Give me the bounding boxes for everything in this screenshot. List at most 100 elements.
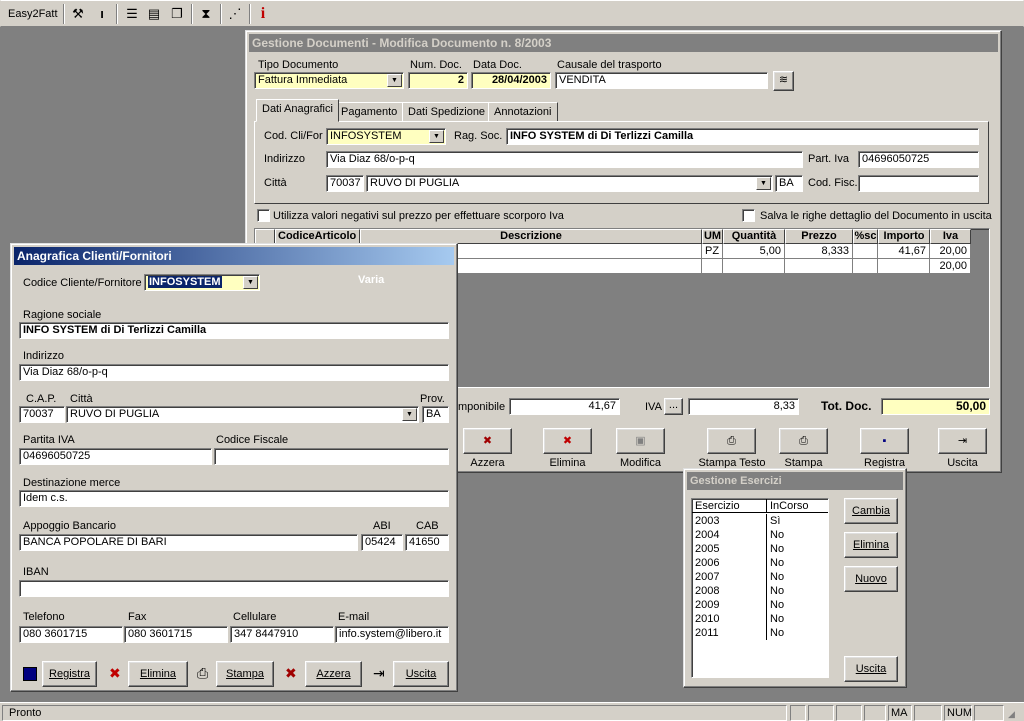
form-icon[interactable]: ▤ — [144, 4, 164, 24]
codfisc-input[interactable] — [214, 448, 449, 465]
ragsoc-input[interactable]: INFO SYSTEM di Di Terlizzi Camilla — [506, 128, 979, 145]
causale-input[interactable]: VENDITA — [555, 72, 768, 89]
list-item[interactable]: 2004 No — [692, 528, 828, 542]
tipo-doc-select[interactable]: Fattura Immediata ▼ — [254, 72, 404, 89]
causale-lookup-button[interactable]: ≋ — [773, 71, 794, 91]
uscita-anag-button[interactable]: Uscita — [393, 661, 449, 687]
codcli-select[interactable]: INFOSYSTEM ▼ — [326, 128, 446, 145]
cell-um[interactable] — [702, 259, 723, 274]
abi-input[interactable]: 05424 — [361, 534, 403, 551]
cab-input[interactable]: 41650 — [405, 534, 449, 551]
list-item[interactable]: 2003 Sì — [692, 514, 828, 528]
tab-annotazioni[interactable]: Annotazioni — [488, 102, 558, 122]
sparkle-icon[interactable]: ⋰ — [225, 4, 245, 24]
stampa-doc-button[interactable]: ⎙ — [779, 428, 828, 454]
ragsoc-input[interactable]: INFO SYSTEM di Di Terlizzi Camilla — [19, 322, 449, 339]
list-item[interactable]: 2006 No — [692, 556, 828, 570]
esercizi-list[interactable]: Esercizio InCorso 2003 Sì 2004 No 2005 No 2006… — [691, 498, 829, 678]
list-item[interactable]: 2007 No — [692, 570, 828, 584]
cell-importo[interactable]: 41,67 — [878, 244, 930, 259]
indirizzo-input[interactable]: Via Diaz 68/o-p-q — [19, 364, 449, 381]
fax-input[interactable]: 080 3601715 — [124, 626, 228, 643]
stampa-testo-button[interactable]: ⎙ — [707, 428, 756, 454]
app-label: Easy2Fatt — [8, 8, 58, 20]
chevron-down-icon[interactable]: ▼ — [429, 130, 444, 143]
esercizio-anno: 2007 — [695, 571, 720, 583]
cell-quantita[interactable] — [723, 259, 785, 274]
chevron-down-icon[interactable]: ▼ — [756, 177, 771, 190]
cab-label: CAB — [416, 520, 439, 532]
esercizio-incorso: No — [770, 557, 785, 569]
tab-dati-spedizione[interactable]: Dati Spedizione — [402, 102, 492, 122]
windows-icon[interactable]: ❐ — [167, 4, 187, 24]
chk-negativi-checkbox[interactable] — [257, 209, 270, 222]
cambia-label: Cambia — [852, 505, 890, 517]
iban-input[interactable] — [19, 580, 449, 597]
indirizzo-input[interactable]: Via Diaz 68/o-p-q — [326, 151, 803, 168]
chevron-down-icon[interactable]: ▼ — [243, 276, 258, 289]
codfisc-input[interactable] — [858, 175, 979, 192]
tab-pagamento[interactable]: Pagamento — [335, 102, 404, 122]
registra-anag-button[interactable]: Registra — [42, 661, 97, 687]
cap-input[interactable]: 70037 — [326, 175, 364, 192]
elimina-doc-button[interactable]: ✖ — [543, 428, 592, 454]
nuovo-button[interactable]: Nuovo — [844, 566, 898, 592]
cap-input[interactable]: 70037 — [19, 406, 65, 423]
piva-input[interactable]: 04696050725 — [19, 448, 212, 465]
cell-quantita[interactable]: 5,00 — [723, 244, 785, 259]
eraser-icon: ✖ — [285, 665, 297, 681]
list-icon[interactable]: ☰ — [122, 4, 142, 24]
elimina-esercizio-button[interactable]: Elimina — [844, 532, 898, 558]
citta-select[interactable]: RUVO DI PUGLIA ▼ — [66, 406, 419, 423]
list-item[interactable]: 2005 No — [692, 542, 828, 556]
num-doc-input[interactable]: 2 — [408, 72, 468, 89]
banca-label: Appoggio Bancario — [23, 520, 116, 532]
cell-importo[interactable] — [878, 259, 930, 274]
hourglass-icon[interactable]: ⧗ — [196, 4, 216, 24]
prov-input[interactable]: BA — [775, 175, 803, 192]
list-item[interactable]: 2010 No — [692, 612, 828, 626]
piva-input[interactable]: 04696050725 — [858, 151, 979, 168]
uscita-esercizi-button[interactable]: Uscita — [844, 656, 898, 682]
resize-grip-icon[interactable]: ◢ — [1008, 707, 1022, 721]
email-input[interactable]: info.system@libero.it — [335, 626, 449, 643]
codice-select[interactable]: INFOSYSTEM ▼ — [144, 274, 260, 291]
cell-input[interactable]: 347 8447910 — [230, 626, 334, 643]
prov-input[interactable]: BA — [422, 406, 449, 423]
cell-sc[interactable] — [853, 244, 878, 259]
cell-prezzo[interactable]: 8,333 — [785, 244, 853, 259]
chevron-down-icon[interactable]: ▼ — [387, 74, 402, 87]
citta-select[interactable]: RUVO DI PUGLIA ▼ — [366, 175, 773, 192]
causale-label: Causale del trasporto — [557, 59, 662, 71]
uscita-doc-button[interactable]: ⇥ — [938, 428, 987, 454]
list-item[interactable]: 2011 No — [692, 626, 828, 640]
nuovo-label: Nuovo — [855, 573, 887, 585]
cell-iva[interactable]: 20,00 — [930, 259, 971, 274]
info-icon[interactable]: i — [253, 4, 273, 24]
chevron-down-icon[interactable]: ▼ — [402, 408, 417, 421]
cell-sc[interactable] — [853, 259, 878, 274]
data-doc-input[interactable]: 28/04/2003 — [471, 72, 551, 89]
col-esercizio: Esercizio — [695, 500, 740, 512]
iva-detail-button[interactable]: ... — [664, 398, 683, 415]
azzera-anag-button[interactable]: Azzera — [305, 661, 362, 687]
tab-dati-anagrafici[interactable]: Dati Anagrafici — [256, 99, 339, 122]
banca-input[interactable]: BANCA POPOLARE DI BARI — [19, 534, 358, 551]
person-icon[interactable]: ı — [92, 4, 112, 24]
cell-prezzo[interactable] — [785, 259, 853, 274]
list-item[interactable]: 2009 No — [692, 598, 828, 612]
elimina-anag-button[interactable]: Elimina — [128, 661, 188, 687]
azzera-doc-button[interactable]: ✖ — [463, 428, 512, 454]
modifica-doc-button[interactable]: ▣ — [616, 428, 665, 454]
cell-iva[interactable]: 20,00 — [930, 244, 971, 259]
chk-salva-checkbox[interactable] — [742, 209, 755, 222]
list-item[interactable]: 2008 No — [692, 584, 828, 598]
cell-um[interactable]: PZ — [702, 244, 723, 259]
stampa-anag-button[interactable]: Stampa — [216, 661, 274, 687]
col-divider — [766, 542, 767, 556]
cambia-button[interactable]: Cambia — [844, 498, 898, 524]
tools-icon[interactable]: ⚒ — [68, 4, 88, 24]
tel-input[interactable]: 080 3601715 — [19, 626, 123, 643]
registra-doc-button[interactable]: ▪ — [860, 428, 909, 454]
dest-input[interactable]: Idem c.s. — [19, 490, 449, 507]
